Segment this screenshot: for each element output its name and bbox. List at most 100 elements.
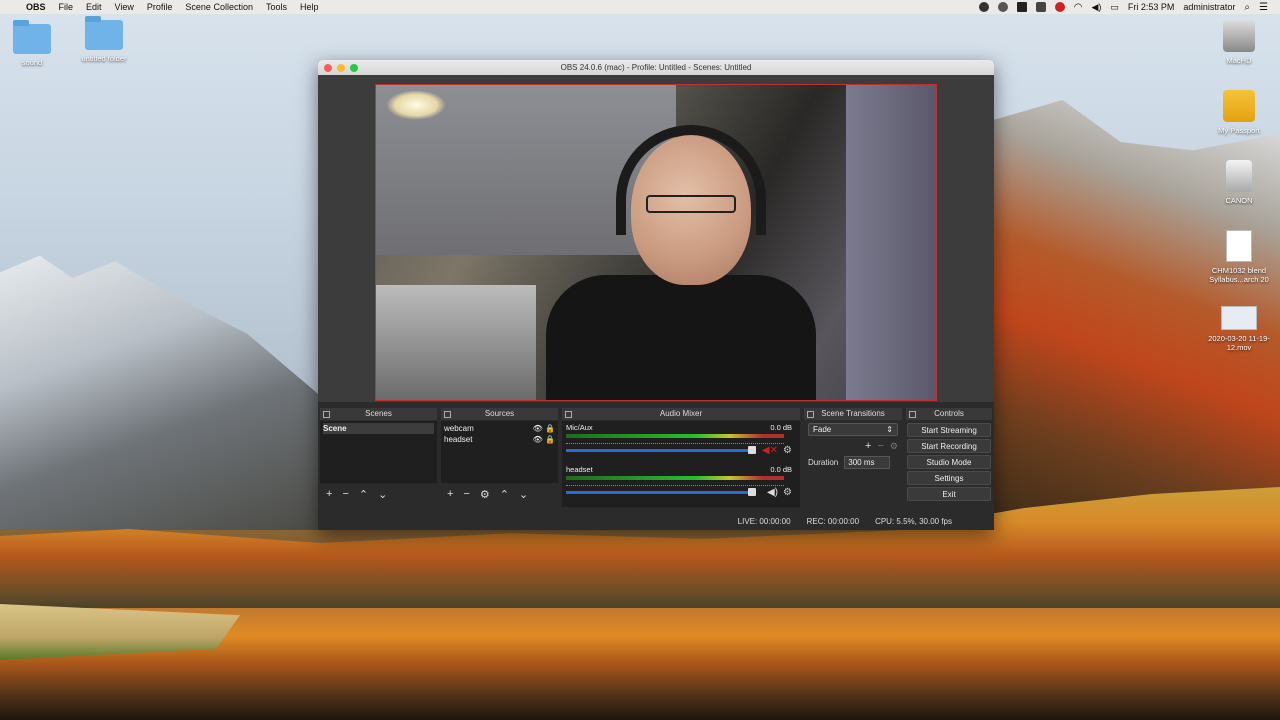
source-item[interactable]: headset 👁 🔒 <box>444 434 555 445</box>
volume-slider-handle[interactable] <box>748 446 756 454</box>
menu-scene-collection[interactable]: Scene Collection <box>185 2 253 12</box>
source-item[interactable]: webcam 👁 🔒 <box>444 423 555 434</box>
channel-name: headset <box>566 465 593 474</box>
menu-app-name[interactable]: OBS <box>26 2 46 12</box>
desktop-icon-machd[interactable]: MacHD <box>1199 20 1279 65</box>
desktop-icon-label: sound <box>21 58 43 67</box>
source-icons: 👁 🔒 <box>533 434 555 445</box>
folder-icon <box>13 20 51 54</box>
start-recording-button[interactable]: Start Recording <box>907 439 991 453</box>
add-source-button[interactable]: + <box>447 488 453 500</box>
channel-level: 0.0 dB <box>770 465 792 474</box>
volume-icon[interactable]: ◀) <box>1091 2 1101 13</box>
channel-settings-gear-icon[interactable]: ⚙ <box>783 487 792 498</box>
transition-properties-gear-icon[interactable]: ⚙ <box>890 441 898 452</box>
preview-door <box>846 85 936 400</box>
program-preview[interactable] <box>375 84 937 401</box>
desktop-icon-syllabus[interactable]: CHM1032 blend Syllabus...arch 20 <box>1199 230 1279 284</box>
scene-item[interactable]: Scene <box>323 423 434 434</box>
desktop-icon-label: 2020-03-20 11-19-12.mov <box>1208 334 1270 352</box>
source-item-label: webcam <box>444 424 474 433</box>
notification-center-icon[interactable]: ☰ <box>1259 2 1268 13</box>
start-streaming-button[interactable]: Start Streaming <box>907 423 991 437</box>
menu-clock[interactable]: Fri 2:53 PM <box>1128 2 1175 12</box>
chat-icon[interactable] <box>1035 2 1046 12</box>
desktop-icon-movie[interactable]: 2020-03-20 11-19-12.mov <box>1199 306 1279 352</box>
move-scene-up-button[interactable]: ⌃ <box>359 488 368 501</box>
lock-icon[interactable]: 🔒 <box>545 424 555 433</box>
menu-file[interactable]: File <box>59 2 74 12</box>
sources-list: webcam 👁 🔒 headset 👁 🔒 <box>441 421 558 483</box>
window-title: OBS 24.0.6 (mac) - Profile: Untitled - S… <box>560 63 752 72</box>
status-app-icon[interactable] <box>978 2 989 12</box>
audio-mixer-header: Audio Mixer <box>562 408 800 420</box>
lock-icon[interactable]: 🔒 <box>545 435 555 444</box>
remove-source-button[interactable]: − <box>463 488 469 500</box>
audio-mixer-dock: Audio Mixer Mic/Aux 0.0 dB ◀✕ ⚙ headset <box>562 408 800 508</box>
wifi-icon[interactable]: ◠ <box>1074 2 1083 13</box>
menu-extras: ◠ ◀) ▭ Fri 2:53 PM administrator ⌕ ☰ <box>978 0 1268 14</box>
channel-settings-gear-icon[interactable]: ⚙ <box>783 445 792 456</box>
menu-edit[interactable]: Edit <box>86 2 102 12</box>
settings-button[interactable]: Settings <box>907 471 991 485</box>
transition-select-value: Fade <box>813 425 832 434</box>
menu-view[interactable]: View <box>115 2 134 12</box>
menu-bar: OBS File Edit View Profile Scene Collect… <box>0 0 1280 14</box>
spotlight-search-icon[interactable]: ⌕ <box>1244 2 1250 13</box>
transition-toolbar: + − ⚙ <box>808 440 898 452</box>
volume-slider[interactable] <box>566 491 754 494</box>
desktop-icon-label: CHM1032 blend Syllabus...arch 20 <box>1209 266 1269 284</box>
scenes-toolbar: + − ⌃ ⌄ <box>320 483 437 505</box>
desktop-icon-untitled-folder[interactable]: untitled folder <box>64 16 144 63</box>
speaker-muted-icon[interactable]: ◀✕ <box>762 445 778 456</box>
docx-icon <box>1226 230 1252 262</box>
sources-dock: Sources webcam 👁 🔒 headset 👁 🔒 + − ⚙ ⌃ ⌄ <box>441 408 558 508</box>
desktop-icon-canon[interactable]: CANON <box>1199 160 1279 205</box>
preview-desk <box>376 285 536 400</box>
mixer-channel: Mic/Aux 0.0 dB ◀✕ ⚙ <box>566 423 796 465</box>
controls-dock: Controls Start Streaming Start Recording… <box>906 408 992 508</box>
volume-slider[interactable] <box>566 449 754 452</box>
visibility-eye-icon[interactable]: 👁 <box>533 424 543 433</box>
battery-icon[interactable]: ▭ <box>1110 2 1119 13</box>
move-source-down-button[interactable]: ⌄ <box>519 488 528 501</box>
source-properties-gear-icon[interactable]: ⚙ <box>480 488 490 501</box>
scene-item-label: Scene <box>323 424 347 433</box>
visibility-eye-icon[interactable]: 👁 <box>533 435 543 444</box>
flag-icon[interactable] <box>1016 2 1027 12</box>
preview-person <box>546 125 816 400</box>
person-body <box>546 275 816 400</box>
desktop-icon-sound[interactable]: sound <box>0 20 72 67</box>
add-transition-button[interactable]: + <box>865 440 871 452</box>
volume-slider-handle[interactable] <box>748 488 756 496</box>
scene-transitions-header: Scene Transitions <box>804 408 902 420</box>
menu-profile[interactable]: Profile <box>147 2 173 12</box>
source-item-label: headset <box>444 435 473 444</box>
preview-area <box>318 75 994 402</box>
move-source-up-button[interactable]: ⌃ <box>500 488 509 501</box>
transition-select[interactable]: Fade ⇕ <box>808 423 898 436</box>
person-headphones <box>616 125 766 235</box>
speaker-icon[interactable]: ◀) <box>767 487 778 498</box>
exit-button[interactable]: Exit <box>907 487 991 501</box>
remove-scene-button[interactable]: − <box>342 488 348 500</box>
window-titlebar[interactable]: OBS 24.0.6 (mac) - Profile: Untitled - S… <box>318 60 994 75</box>
studio-mode-button[interactable]: Studio Mode <box>907 455 991 469</box>
menu-help[interactable]: Help <box>300 2 319 12</box>
channel-name: Mic/Aux <box>566 423 593 432</box>
scene-transitions-dock: Scene Transitions Fade ⇕ + − ⚙ Duration … <box>804 408 902 508</box>
desktop-icon-my-passport[interactable]: My Passport <box>1199 90 1279 135</box>
desktop-icon-label: My Passport <box>1218 126 1260 135</box>
move-scene-down-button[interactable]: ⌄ <box>378 488 387 501</box>
menu-user[interactable]: administrator <box>1183 2 1235 12</box>
app-badge-icon[interactable] <box>1054 2 1065 12</box>
add-scene-button[interactable]: + <box>326 488 332 500</box>
volume-meter <box>566 476 784 480</box>
duration-spinbox[interactable]: 300 ms <box>844 456 891 469</box>
rec-time-status: REC: 00:00:00 <box>806 517 860 526</box>
live-time-status: LIVE: 00:00:00 <box>737 517 791 526</box>
menu-tools[interactable]: Tools <box>266 2 287 12</box>
remove-transition-button[interactable]: − <box>877 440 883 452</box>
volume-meter <box>566 434 784 438</box>
record-status-icon[interactable] <box>997 2 1008 12</box>
